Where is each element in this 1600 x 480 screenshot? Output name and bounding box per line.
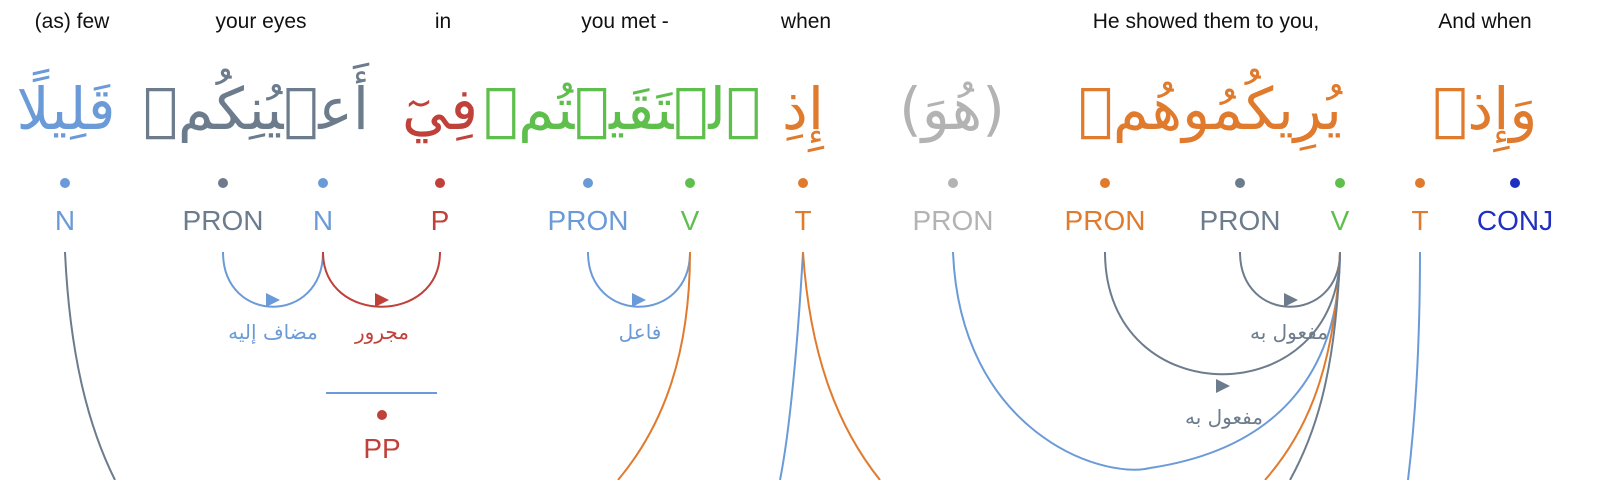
tag-pron-hum: PRON [1064,205,1146,236]
word-qalilan: قَلِيلًا [16,75,116,143]
arc-mafool-2 [1104,251,1341,376]
word-fi: فِيٓ [401,75,479,143]
word-idhi: إِذِ [782,75,824,143]
tag-pron-kum: PRON [182,205,264,236]
label-mafool-1: مفعول به [1250,320,1328,344]
arc-long-t-idh2 [1407,251,1421,480]
arrow-mafool-2 [1216,379,1230,393]
arc-long-huwa [952,251,1151,471]
word-ayunikum: أَعۡيُنِكُمۡ [143,75,369,143]
arc-long-n [64,251,116,480]
tag-v-iltaqa: V [680,205,700,236]
dot-n-qalilan [60,178,70,188]
tag-t-idh: T [794,205,812,236]
tag-pron-huwa: PRON [912,205,994,236]
dot-pron-kum [218,178,228,188]
phrase-pp: PP [363,433,401,464]
dot-pron-tum [583,178,593,188]
dot-p-fi [435,178,445,188]
arc-long-t-idh-blue [779,251,804,480]
label-mudaf-ilayh: مضاف إليه [228,320,318,344]
label-fail: فاعل [618,320,662,344]
label-mafool-2: مفعول به [1185,405,1263,429]
gloss-you-met: you met - [581,10,669,33]
gloss-in: in [434,10,452,33]
gloss-and-when: And when [1438,10,1532,33]
dot-v-yuri [1335,178,1345,188]
gloss-when: when [780,10,832,33]
dot-pron-kum2 [1235,178,1245,188]
label-majrur: مجرور [355,320,409,344]
gloss-he-showed: He showed them to you, [1092,10,1320,33]
tag-t-idh2: T [1411,205,1429,236]
dot-pron-huwa [948,178,958,188]
arrow-mafool-1 [1284,293,1298,307]
tag-pron-tum: PRON [547,205,629,236]
tag-n-ayun: N [312,205,334,236]
word-waidh: وَإِذۡ [1432,75,1538,143]
tag-n-qalilan: N [54,205,76,236]
arc-long-v-yuri-blue [1149,251,1341,469]
dot-pron-hum [1100,178,1110,188]
dot-conj-wa [1510,178,1520,188]
arrow-mudaf-ilayh [266,293,280,307]
tag-v-yuri: V [1330,205,1350,236]
word-yurikumuhum: يُرِيكُمُوهُمۡ [1078,75,1342,143]
tag-pron-kum2: PRON [1199,205,1281,236]
arc-long-t-idh-orange [802,251,881,480]
dependency-graph: (as) few your eyes in you met - when He … [0,0,1600,480]
pp-dot [377,410,387,420]
dot-v-iltaqa [685,178,695,188]
arrow-majrur [375,293,389,307]
word-huwa: (هُوَ) [899,75,1005,143]
dot-t-idh [798,178,808,188]
gloss-as-few: (as) few [34,10,110,33]
arrow-fail [632,293,646,307]
dot-n-ayun [318,178,328,188]
word-iltaqaytum: ٱلۡتَقَيۡتُمۡ [483,75,761,143]
tag-p-fi: P [430,205,450,236]
tag-conj-wa: CONJ [1476,205,1554,236]
dot-t-idh2 [1415,178,1425,188]
gloss-your-eyes: your eyes [215,10,307,33]
